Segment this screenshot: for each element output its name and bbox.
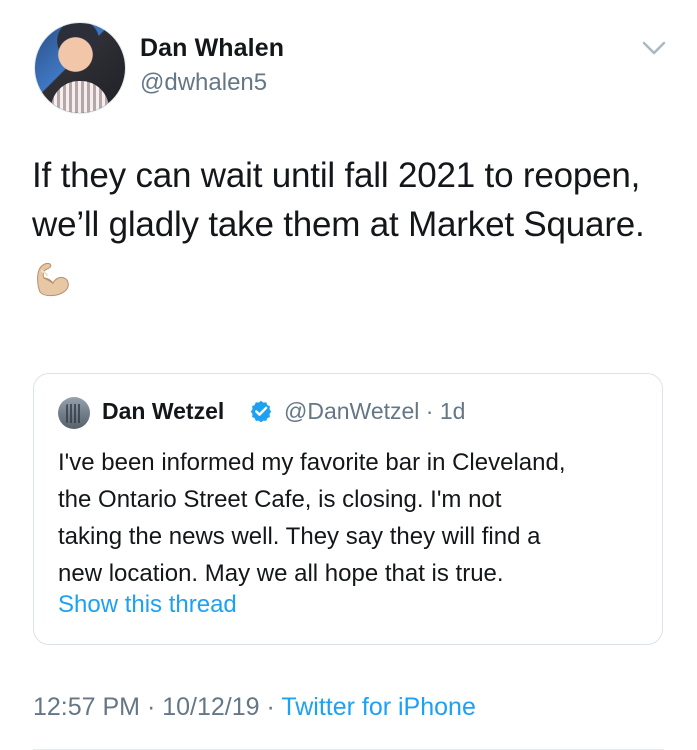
tweet-source-link[interactable]: Twitter for iPhone <box>281 693 476 721</box>
flexed-biceps-icon <box>37 263 69 297</box>
quoted-tweet-card[interactable]: Dan Wetzel @DanWetzel · 1d I've been inf… <box>33 373 663 645</box>
chevron-down-icon[interactable] <box>640 37 668 59</box>
author-display-name[interactable]: Dan Whalen <box>140 33 284 63</box>
quoted-author-display-name[interactable]: Dan Wetzel <box>102 396 224 426</box>
quoted-tweet-text: I've been informed my favorite bar in Cl… <box>58 449 566 587</box>
author-handle[interactable]: @dwhalen5 <box>140 68 267 98</box>
author-avatar[interactable] <box>34 22 126 114</box>
quoted-author-avatar[interactable] <box>58 397 90 429</box>
show-thread-link[interactable]: Show this thread <box>58 588 237 622</box>
avatar-shirt <box>51 81 109 113</box>
tweet-time-date: 12:57 PM · 10/12/19 · <box>33 693 282 721</box>
tweet-screenshot: { "tweet": { "author": { "display_name":… <box>0 0 697 750</box>
tweet-footer: 12:57 PM · 10/12/19 · Twitter for iPhone <box>33 691 476 723</box>
quoted-author-handle-time[interactable]: @DanWetzel · 1d <box>284 396 465 426</box>
tweet-text: If they can wait until fall 2021 to reop… <box>32 156 645 244</box>
verified-badge-icon <box>250 400 272 423</box>
